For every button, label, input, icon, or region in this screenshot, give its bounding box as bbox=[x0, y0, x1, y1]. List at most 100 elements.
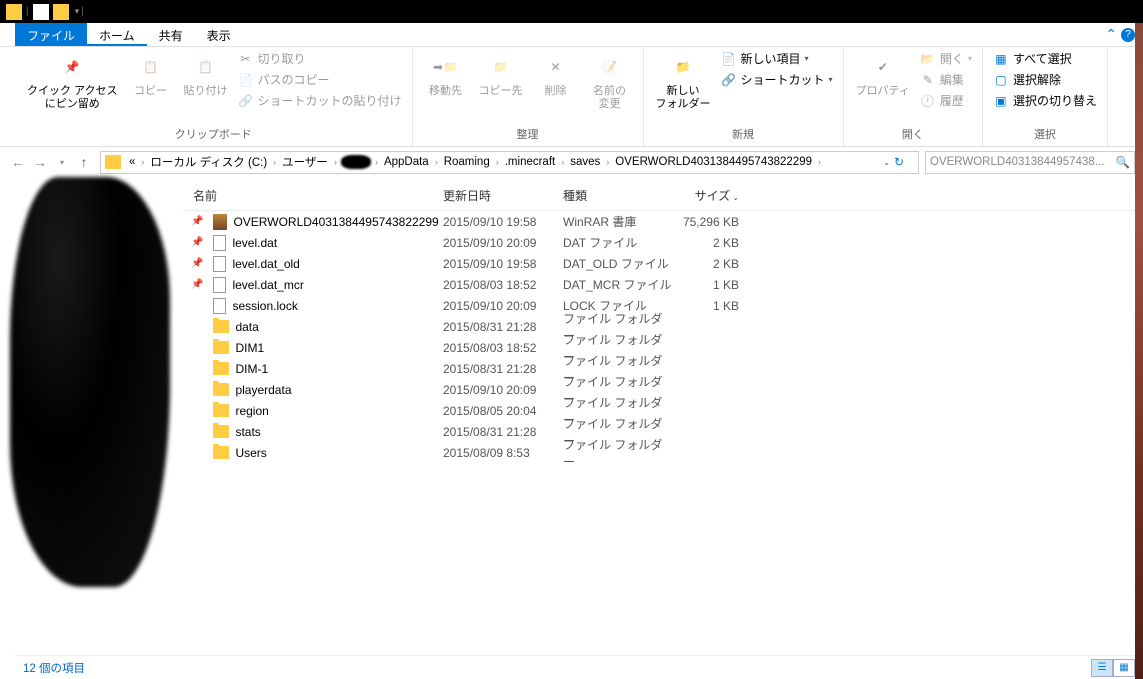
addr-dropdown-icon[interactable]: ⌄ bbox=[883, 158, 890, 167]
crumb-drive[interactable]: ローカル ディスク (C:) bbox=[148, 154, 269, 170]
crumb-saves[interactable]: saves bbox=[568, 156, 602, 168]
qat-sep: | bbox=[26, 6, 29, 17]
file-size: 2 KB bbox=[673, 257, 753, 271]
copy-to-button[interactable]: 📁 コピー先 bbox=[475, 49, 527, 100]
qat-dropdown-icon[interactable]: ▾ bbox=[75, 6, 80, 17]
ribbon-toggle[interactable]: ⌃ ? bbox=[1105, 23, 1135, 46]
view-icons-button[interactable]: ▦ bbox=[1113, 659, 1135, 677]
properties-icon: ✔ bbox=[867, 51, 899, 83]
crumb-overflow[interactable]: « bbox=[127, 156, 137, 168]
help-icon[interactable]: ? bbox=[1121, 28, 1135, 42]
file-name: stats bbox=[235, 425, 260, 439]
ribbon-group-clipboard: 📌 クイック アクセス にピン留め 📋 コピー 📋 貼り付け ✂切り取り 📄パス… bbox=[15, 47, 413, 146]
invert-selection-button[interactable]: ▣選択の切り替え bbox=[991, 91, 1099, 110]
back-button[interactable]: ← bbox=[8, 152, 28, 172]
paste-icon: 📋 bbox=[190, 51, 222, 83]
file-name: level.dat_old bbox=[232, 257, 299, 271]
shortcut2-icon: 🔗 bbox=[721, 72, 737, 88]
pin-quick-access-button[interactable]: 📌 クイック アクセス にピン留め bbox=[23, 49, 122, 113]
search-icon[interactable]: 🔍 bbox=[1116, 155, 1130, 169]
crumb-world[interactable]: OVERWORLD4031384495743822299 bbox=[613, 156, 814, 168]
file-type: DAT_OLD ファイル bbox=[563, 255, 673, 272]
invert-icon: ▣ bbox=[993, 93, 1009, 109]
col-header-name[interactable]: 名前 bbox=[183, 187, 443, 204]
new-item-icon: 📄 bbox=[721, 51, 737, 67]
edit-button[interactable]: ✎編集 bbox=[918, 70, 974, 89]
copy-path-button[interactable]: 📄パスのコピー bbox=[236, 70, 404, 89]
forward-button[interactable]: → bbox=[30, 152, 50, 172]
file-row[interactable]: 📌OVERWORLD4031384495743822299 2015/09/10… bbox=[183, 211, 1135, 232]
search-input[interactable]: OVERWORLD40313844957438... 🔍 bbox=[925, 151, 1135, 174]
file-date: 2015/08/31 21:28 bbox=[443, 425, 563, 439]
file-size: 2 KB bbox=[673, 236, 753, 250]
file-row[interactable]: 📌Users 2015/08/09 8:53 ファイル フォルダー bbox=[183, 442, 1135, 463]
col-header-type[interactable]: 種類 bbox=[563, 187, 673, 204]
crumb-roaming[interactable]: Roaming bbox=[442, 156, 492, 168]
new-folder-button[interactable]: 📁 新しい フォルダー bbox=[652, 49, 715, 113]
crumb-users[interactable]: ユーザー bbox=[280, 154, 330, 170]
file-name: level.dat bbox=[232, 236, 277, 250]
cut-icon: ✂ bbox=[238, 51, 254, 67]
properties-button[interactable]: ✔ プロパティ bbox=[852, 49, 914, 100]
pin-icon: 📌 bbox=[56, 51, 88, 83]
tab-file[interactable]: ファイル bbox=[15, 23, 87, 46]
tab-share[interactable]: 共有 bbox=[147, 23, 195, 46]
titlebar: | ▾ | bbox=[0, 0, 1143, 23]
crumb-appdata[interactable]: AppData bbox=[382, 156, 431, 168]
qat-file-icon[interactable] bbox=[33, 4, 49, 20]
new-item-button[interactable]: 📄新しい項目▾ bbox=[719, 49, 835, 68]
copyto-icon: 📁 bbox=[485, 51, 517, 83]
file-size: 1 KB bbox=[673, 278, 753, 292]
file-row[interactable]: 📌level.dat 2015/09/10 20:09 DAT ファイル 2 K… bbox=[183, 232, 1135, 253]
new-shortcut-button[interactable]: 🔗ショートカット▾ bbox=[719, 70, 835, 89]
tab-home[interactable]: ホーム bbox=[87, 23, 147, 46]
open-button[interactable]: 📂開く▾ bbox=[918, 49, 974, 68]
background-sliver bbox=[1135, 23, 1143, 679]
file-icon bbox=[213, 277, 226, 293]
delete-icon: ✕ bbox=[540, 51, 572, 83]
file-type: DAT ファイル bbox=[563, 234, 673, 251]
file-name: data bbox=[235, 320, 258, 334]
file-date: 2015/08/05 20:04 bbox=[443, 404, 563, 418]
copy-button[interactable]: 📋 コピー bbox=[126, 49, 176, 100]
paste-button[interactable]: 📋 貼り付け bbox=[180, 49, 232, 100]
select-all-button[interactable]: ▦すべて選択 bbox=[991, 49, 1099, 68]
file-name: session.lock bbox=[232, 299, 297, 313]
file-name: DIM-1 bbox=[235, 362, 268, 376]
delete-button[interactable]: ✕ 削除 bbox=[531, 49, 581, 100]
tab-view[interactable]: 表示 bbox=[195, 23, 243, 46]
cut-button[interactable]: ✂切り取り bbox=[236, 49, 404, 68]
qat-folder2-icon[interactable] bbox=[53, 4, 69, 20]
navigation-pane[interactable] bbox=[0, 177, 175, 659]
file-row[interactable]: 📌level.dat_old 2015/09/10 19:58 DAT_OLD … bbox=[183, 253, 1135, 274]
up-button[interactable]: ↑ bbox=[74, 152, 94, 172]
file-row[interactable]: 📌level.dat_mcr 2015/08/03 18:52 DAT_MCR … bbox=[183, 274, 1135, 295]
rename-button[interactable]: 📝 名前の 変更 bbox=[585, 49, 635, 113]
view-details-button[interactable]: ☰ bbox=[1091, 659, 1113, 677]
ribbon-group-organize: ➡📁 移動先 📁 コピー先 ✕ 削除 📝 名前の 変更 整理 bbox=[413, 47, 644, 146]
file-date: 2015/08/03 18:52 bbox=[443, 341, 563, 355]
qat-folder-icon[interactable] bbox=[6, 4, 22, 20]
file-date: 2015/09/10 19:58 bbox=[443, 215, 563, 229]
sort-descending-icon: ⌄ bbox=[732, 193, 739, 202]
path-icon: 📄 bbox=[238, 72, 254, 88]
select-none-button[interactable]: ▢選択解除 bbox=[991, 70, 1099, 89]
refresh-button[interactable]: ↻ bbox=[894, 155, 914, 169]
file-date: 2015/09/10 20:09 bbox=[443, 299, 563, 313]
breadcrumb[interactable]: «› ローカル ディスク (C:)› ユーザー› › AppData› Roam… bbox=[100, 151, 919, 174]
qat-sep2: | bbox=[81, 6, 84, 17]
file-size: 1 KB bbox=[673, 299, 753, 313]
move-to-button[interactable]: ➡📁 移動先 bbox=[421, 49, 471, 100]
col-header-size[interactable]: サイズ⌄ bbox=[673, 187, 753, 204]
open-icon: 📂 bbox=[920, 51, 936, 67]
crumb-redacted[interactable] bbox=[341, 155, 371, 169]
rename-icon: 📝 bbox=[594, 51, 626, 83]
col-header-date[interactable]: 更新日時 bbox=[443, 187, 563, 204]
chevron-up-icon: ⌃ bbox=[1105, 26, 1117, 43]
history-button[interactable]: 🕐履歴 bbox=[918, 91, 974, 110]
crumb-minecraft[interactable]: .minecraft bbox=[503, 156, 558, 168]
paste-shortcut-button[interactable]: 🔗ショートカットの貼り付け bbox=[236, 91, 404, 110]
address-bar: ← → ▾ ↑ «› ローカル ディスク (C:)› ユーザー› › AppDa… bbox=[0, 147, 1143, 177]
file-type: DAT_MCR ファイル bbox=[563, 276, 673, 293]
recent-dropdown[interactable]: ▾ bbox=[52, 152, 72, 172]
